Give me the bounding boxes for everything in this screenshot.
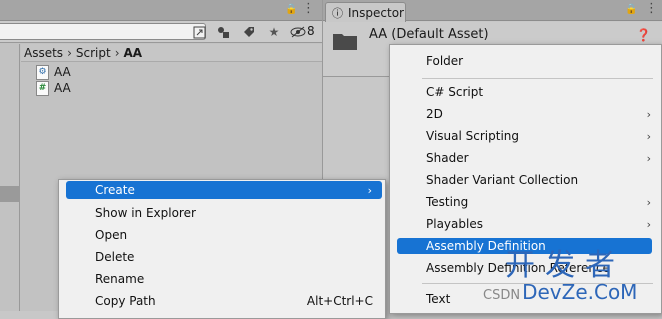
menu-item-shader-variant-collection[interactable]: Shader Variant Collection [390, 169, 661, 191]
favorite-star-icon[interactable]: ★ [265, 23, 283, 41]
chevron-right-icon: › [646, 151, 651, 165]
chevron-right-icon: › [646, 195, 651, 209]
file-item[interactable]: # AA [36, 80, 71, 96]
lock-icon[interactable]: 🔒 [285, 4, 297, 15]
chevron-right-icon: › [646, 217, 651, 231]
tab-inspector[interactable]: ⓘ Inspector [325, 2, 406, 22]
search-input[interactable] [0, 23, 206, 40]
more-options-icon[interactable]: ⋮ [302, 1, 315, 16]
menu-item-playables[interactable]: Playables › [390, 213, 661, 235]
lock-icon[interactable]: 🔒 [625, 4, 637, 15]
shortcut-label: Alt+Ctrl+C [306, 294, 373, 308]
search-type-icon[interactable] [190, 23, 208, 41]
menu-item-copy-path[interactable]: Copy Path Alt+Ctrl+C [59, 290, 385, 312]
chevron-right-icon: › [646, 107, 651, 121]
menu-item-open[interactable]: Open [59, 224, 385, 246]
menu-item-show-in-explorer[interactable]: Show in Explorer [59, 202, 385, 224]
hidden-packages-count: 8 [307, 24, 315, 38]
chevron-right-icon: › [646, 129, 651, 143]
menu-separator [422, 78, 653, 79]
breadcrumb-aa[interactable]: AA [124, 46, 143, 60]
project-tab-bar: 🔒 ⋮ [0, 0, 322, 21]
menu-item-csharp-script[interactable]: C# Script [390, 81, 661, 103]
filter-by-type-icon[interactable] [214, 23, 232, 41]
context-menu: Create › Show in Explorer Open Delete Re… [58, 179, 386, 319]
watermark-en: CSDN DevZe.CoM [483, 280, 637, 304]
menu-item-2d[interactable]: 2D › [390, 103, 661, 125]
menu-item-shader[interactable]: Shader › [390, 147, 661, 169]
breadcrumb-script[interactable]: Script [76, 46, 111, 60]
breadcrumb: Assets › Script › AA [21, 44, 322, 62]
menu-item-rename[interactable]: Rename [59, 268, 385, 290]
watermark-cn: 开发者 [505, 248, 625, 283]
folder-tree-selection [0, 186, 20, 202]
filter-by-label-icon[interactable] [240, 23, 258, 41]
menu-item-create[interactable]: Create › [66, 181, 382, 199]
menu-item-folder[interactable]: Folder [390, 50, 661, 72]
menu-item-testing[interactable]: Testing › [390, 191, 661, 213]
hidden-packages-icon[interactable] [289, 23, 307, 41]
tab-inspector-label: Inspector [348, 5, 404, 20]
file-name: AA [54, 65, 71, 79]
chevron-right-icon: › [114, 45, 120, 60]
menu-item-visual-scripting[interactable]: Visual Scripting › [390, 125, 661, 147]
info-icon: ⓘ [332, 6, 343, 20]
folder-tree-pane [0, 44, 20, 311]
menu-item-delete[interactable]: Delete [59, 246, 385, 268]
chevron-right-icon: › [67, 45, 72, 60]
breadcrumb-assets[interactable]: Assets [24, 46, 63, 60]
watermark-prefix: CSDN [483, 288, 521, 303]
folder-icon [333, 32, 357, 50]
assembly-definition-icon: ⚙ [36, 64, 49, 80]
more-options-icon[interactable]: ⋮ [645, 1, 658, 16]
chevron-right-icon: › [367, 183, 372, 197]
watermark-domain: DevZe.CoM [522, 280, 638, 304]
inspector-title: AA (Default Asset) [369, 27, 489, 42]
csharp-script-icon: # [36, 80, 49, 96]
help-icon[interactable]: ❓ [636, 28, 651, 42]
file-name: AA [54, 81, 71, 95]
file-item[interactable]: ⚙ AA [36, 64, 71, 80]
